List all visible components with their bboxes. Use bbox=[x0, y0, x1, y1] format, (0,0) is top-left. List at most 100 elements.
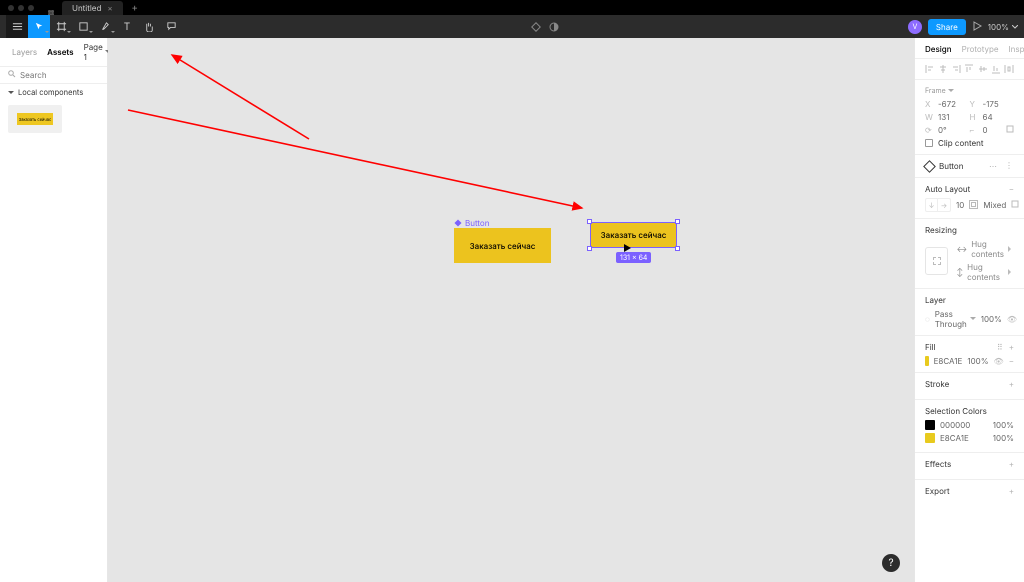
document-tab[interactable]: Untitled × bbox=[62, 1, 123, 15]
cursor-icon bbox=[622, 237, 632, 257]
frame-rotation-value[interactable]: 0° bbox=[938, 125, 947, 135]
component-label-text: Button bbox=[465, 218, 489, 228]
export-add-icon[interactable]: + bbox=[1009, 486, 1014, 496]
selection-handle-se[interactable] bbox=[675, 246, 680, 251]
tab-design[interactable]: Design bbox=[925, 44, 952, 54]
annotation-arrows bbox=[108, 38, 914, 582]
component-instance-button[interactable]: Заказать сейчас bbox=[590, 222, 677, 248]
fill-opacity-value[interactable]: 100% bbox=[967, 356, 988, 366]
layer-title: Layer bbox=[925, 295, 946, 305]
layer-blend-mode[interactable]: Pass Through bbox=[935, 309, 976, 329]
resizing-visual[interactable] bbox=[925, 247, 948, 275]
fill-add-icon[interactable]: + bbox=[1009, 342, 1014, 352]
stroke-add-icon[interactable]: + bbox=[1009, 379, 1014, 389]
present-button[interactable] bbox=[972, 21, 982, 33]
tab-assets[interactable]: Assets bbox=[47, 47, 73, 57]
zoom-menu[interactable]: 100% bbox=[988, 22, 1018, 32]
figma-logo-icon[interactable] bbox=[46, 3, 56, 13]
align-bottom-icon[interactable] bbox=[991, 64, 1001, 74]
selection-colors-section: Selection Colors 000000 100% E8CA1E 100% bbox=[915, 400, 1024, 453]
center-contrast-icon[interactable] bbox=[548, 21, 560, 33]
align-left-icon[interactable] bbox=[925, 64, 935, 74]
autolayout-padding-icon bbox=[969, 200, 978, 211]
comment-tool[interactable] bbox=[160, 15, 182, 38]
resizing-horизontal[interactable]: ↔Hug contents bbox=[956, 239, 1014, 259]
align-hcenter-icon[interactable] bbox=[938, 64, 948, 74]
traffic-max[interactable] bbox=[28, 5, 34, 11]
master-component-button[interactable]: Заказать сейчас bbox=[454, 228, 551, 263]
selection-handle-nw[interactable] bbox=[587, 219, 592, 224]
asset-item-button[interactable]: Заказать сейчас bbox=[8, 105, 62, 133]
layer-opacity-value[interactable]: 100% bbox=[981, 314, 1002, 324]
selection-colors-title: Selection Colors bbox=[925, 406, 987, 416]
selection-handle-ne[interactable] bbox=[675, 219, 680, 224]
component-options-icon[interactable]: ⋯ bbox=[1005, 162, 1015, 171]
frame-tool[interactable] bbox=[50, 15, 72, 38]
autolayout-padding-value[interactable]: Mixed bbox=[983, 200, 1006, 210]
component-name[interactable]: Button bbox=[939, 161, 963, 171]
text-tool[interactable]: T bbox=[116, 15, 138, 38]
autolayout-advanced-icon[interactable] bbox=[1011, 200, 1019, 210]
layer-blend-icon: ◌ bbox=[925, 314, 930, 324]
align-right-icon[interactable] bbox=[951, 64, 961, 74]
frame-x-value[interactable]: -672 bbox=[938, 99, 956, 109]
tab-layers[interactable]: Layers bbox=[12, 47, 37, 57]
frame-h-value[interactable]: 64 bbox=[983, 112, 993, 122]
align-top-icon[interactable] bbox=[964, 64, 974, 74]
autolayout-title: Auto Layout bbox=[925, 184, 970, 194]
fill-hex-value[interactable]: E8CA1E bbox=[934, 356, 963, 366]
main-menu-button[interactable] bbox=[6, 15, 28, 38]
frame-y-value[interactable]: -175 bbox=[983, 99, 999, 109]
pen-tool[interactable] bbox=[94, 15, 116, 38]
help-button[interactable]: ? bbox=[882, 554, 900, 572]
component-more-icon[interactable]: ⋯ bbox=[989, 161, 998, 171]
independent-corners-icon[interactable] bbox=[1006, 125, 1014, 135]
shape-tool[interactable] bbox=[72, 15, 94, 38]
autolayout-vertical-icon[interactable]: ↓ bbox=[926, 199, 938, 211]
selection-color-opacity-1: 100% bbox=[993, 433, 1014, 443]
fill-visibility-icon[interactable]: 👁 bbox=[994, 356, 1004, 366]
fill-remove-icon[interactable]: − bbox=[1009, 356, 1014, 366]
new-tab-button[interactable]: + bbox=[129, 2, 141, 14]
clip-content-checkbox[interactable]: Clip content bbox=[925, 138, 1014, 148]
document-tab-title: Untitled bbox=[72, 3, 101, 13]
user-avatar[interactable]: V bbox=[908, 20, 922, 34]
layer-section: Layer ◌ Pass Through 100% 👁 bbox=[915, 289, 1024, 336]
selection-handle-sw[interactable] bbox=[587, 246, 592, 251]
autolayout-horizontal-icon[interactable]: → bbox=[938, 199, 950, 211]
frame-section-title[interactable]: Frame bbox=[925, 86, 954, 95]
close-tab-icon[interactable]: × bbox=[107, 3, 112, 13]
canvas[interactable]: Button Заказать сейчас Заказать сейчас 1… bbox=[108, 38, 914, 582]
fill-styles-icon[interactable]: ⠿ bbox=[997, 342, 1003, 352]
distribute-icon[interactable] bbox=[1004, 64, 1014, 74]
frame-w-value[interactable]: 131 bbox=[938, 112, 949, 122]
fill-swatch[interactable] bbox=[925, 356, 929, 366]
autolayout-gap-value[interactable]: 10 bbox=[956, 200, 964, 210]
right-panel: Design Prototype Inspect Frame X-672 Y-1… bbox=[914, 38, 1024, 582]
traffic-close[interactable] bbox=[8, 5, 14, 11]
traffic-min[interactable] bbox=[18, 5, 24, 11]
left-panel: Layers Assets Page 1 Local components За… bbox=[0, 38, 108, 582]
constrain-proportions-icon[interactable] bbox=[1006, 112, 1014, 122]
selection-color-row-0[interactable]: 000000 100% bbox=[925, 420, 1014, 430]
corner-radius-icon: ⌐ bbox=[970, 125, 980, 135]
move-tool[interactable] bbox=[28, 15, 50, 38]
selection-color-opacity-0: 100% bbox=[993, 420, 1014, 430]
selection-color-row-1[interactable]: E8CA1E 100% bbox=[925, 433, 1014, 443]
hand-tool[interactable] bbox=[138, 15, 160, 38]
share-button[interactable]: Share bbox=[928, 19, 966, 35]
frame-radius-value[interactable]: 0 bbox=[983, 125, 988, 135]
effects-add-icon[interactable]: + bbox=[1009, 459, 1014, 469]
component-label[interactable]: Button bbox=[454, 218, 489, 228]
layer-visibility-icon[interactable]: 👁 bbox=[1007, 314, 1017, 324]
resizing-section: Resizing ↔Hug contents ↕Hug contents bbox=[915, 219, 1024, 289]
align-vcenter-icon[interactable] bbox=[978, 64, 988, 74]
stroke-title: Stroke bbox=[925, 379, 949, 389]
center-diamond-icon[interactable] bbox=[530, 21, 542, 33]
assets-section-header[interactable]: Local components bbox=[0, 84, 107, 101]
resizing-vertical[interactable]: ↕Hug contents bbox=[956, 262, 1014, 282]
tab-inspect[interactable]: Inspect bbox=[1009, 44, 1024, 54]
page-selector[interactable]: Page 1 bbox=[84, 42, 111, 62]
tab-prototype[interactable]: Prototype bbox=[962, 44, 999, 54]
autolayout-remove-icon[interactable]: − bbox=[1009, 184, 1014, 194]
